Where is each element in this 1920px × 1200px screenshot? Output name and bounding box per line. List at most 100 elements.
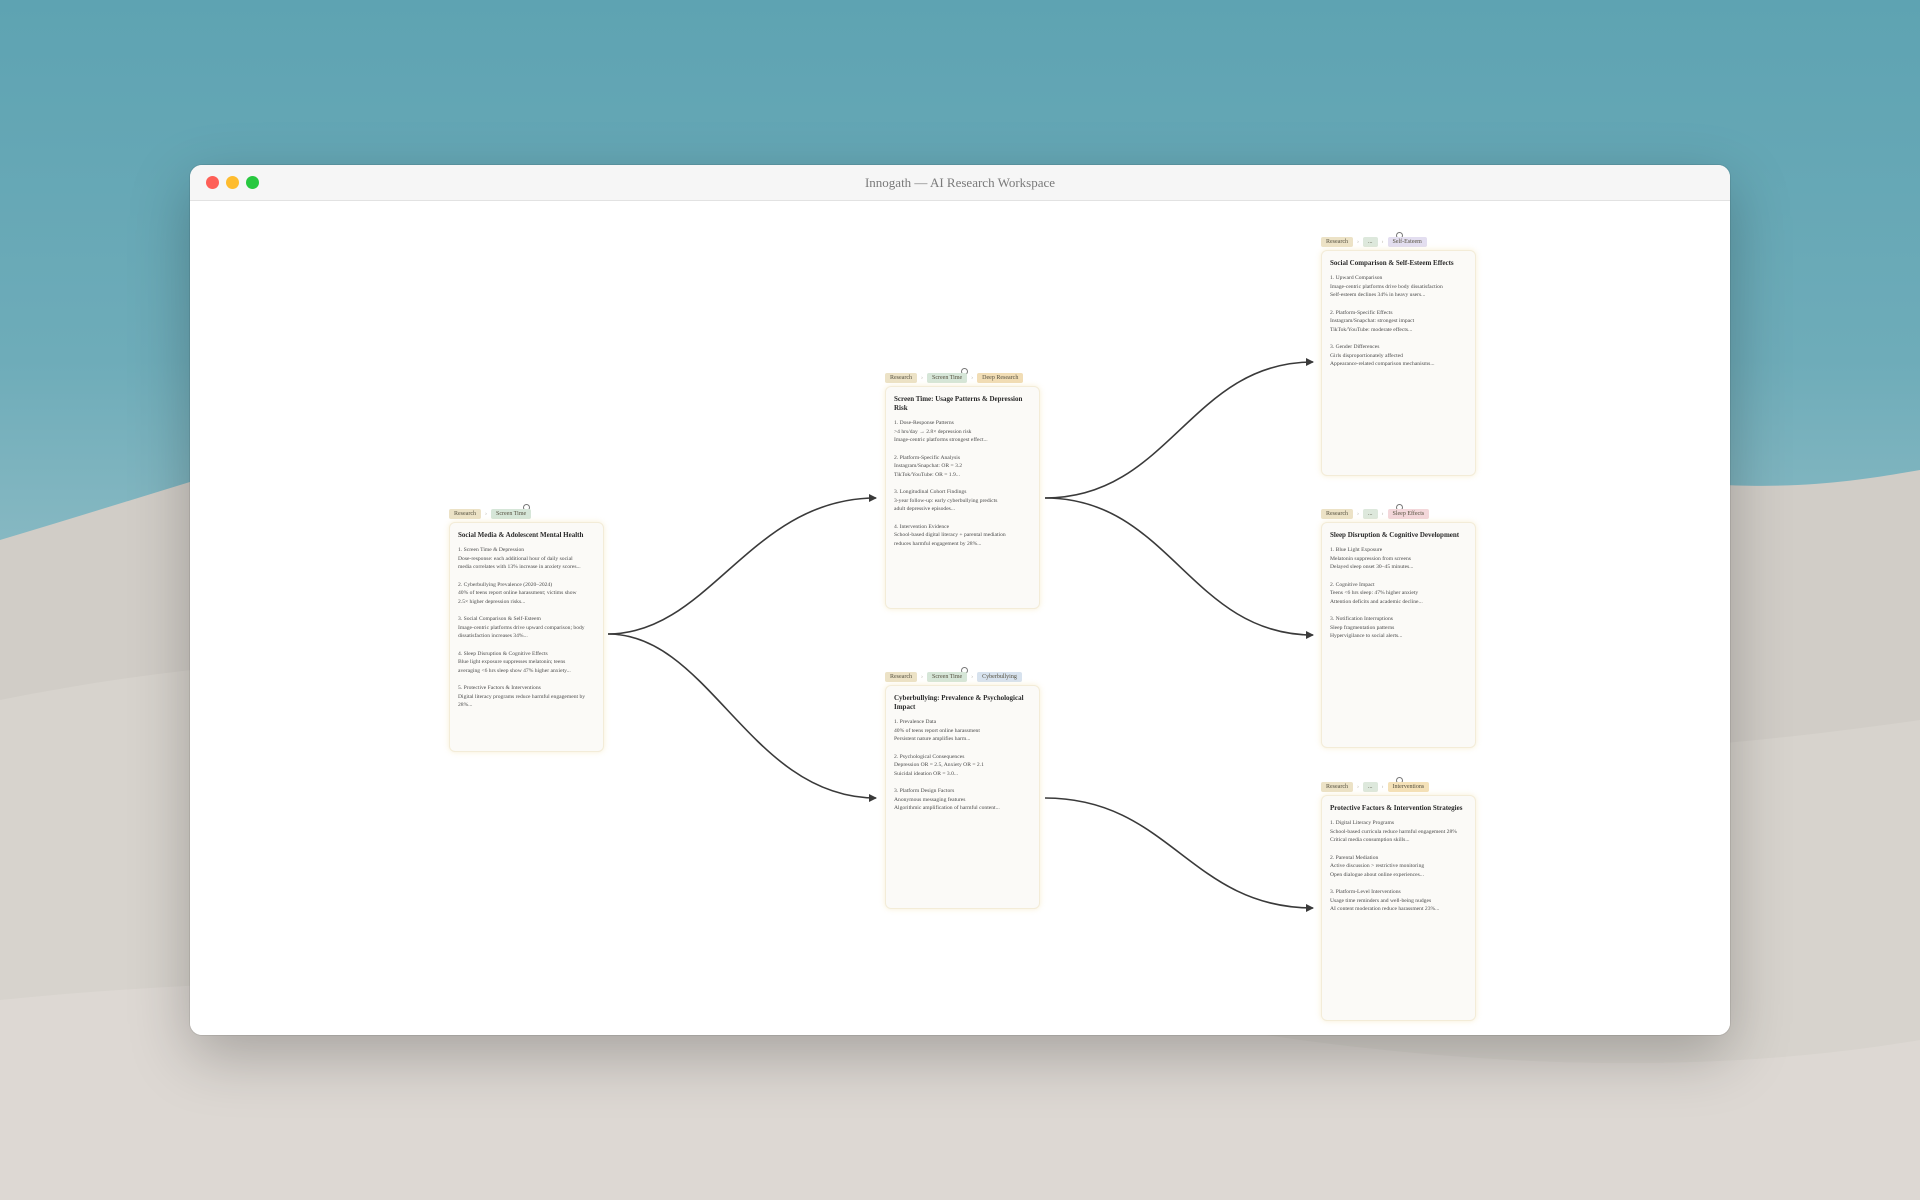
- section-1: 1. Blue Light Exposure Melatonin suppress…: [1330, 546, 1467, 572]
- maximize-window-button[interactable]: [246, 176, 259, 189]
- tag-sleep-effects: Sleep Effects: [1387, 509, 1430, 519]
- section-3: 3. Social Comparison & Self-Esteem Image-…: [458, 615, 595, 641]
- section-line: Algorithmic amplification of harmful con…: [894, 805, 1000, 811]
- section-heading: 2. Psychological Consequences: [894, 753, 965, 760]
- section-line: Self-esteem declines 34% in heavy users.…: [1330, 292, 1426, 298]
- section-line: adult depressive episodes...: [894, 506, 956, 512]
- section-line: Suicidal ideation OR = 3.0...: [894, 770, 959, 777]
- tag-row: Research › ... › Self-Esteem: [1321, 236, 1427, 248]
- node-card: Social Comparison & Self-Esteem Effects …: [1321, 250, 1476, 476]
- section-4: 4. Intervention Evidence School-based dig…: [894, 523, 1031, 549]
- edge-screen-to-self: [1044, 358, 1314, 499]
- section-heading: 1. Prevalence Data: [894, 719, 937, 725]
- section-heading: 2. Platform-Specific Effects: [1330, 309, 1393, 316]
- tag-separator: ›: [1381, 784, 1384, 790]
- section-line: 28%...: [458, 702, 473, 708]
- research-canvas[interactable]: Research › Screen Time Social Media & Ad…: [190, 201, 1730, 1035]
- tag-deep-research: Deep Research: [977, 373, 1024, 383]
- section-line: Critical media consumption skills...: [1330, 837, 1410, 843]
- section-line: Hypervigilance to social alerts...: [1330, 633, 1403, 639]
- tag-separator: ›: [1357, 239, 1359, 245]
- section-1: 1. Screen Time & Depression Dose-response…: [458, 546, 595, 572]
- section-heading: 1. Blue Light Exposure: [1330, 547, 1383, 553]
- tag-separator: ›: [971, 375, 974, 381]
- section-line: School-based digital literacy + parental…: [894, 532, 1006, 538]
- section-heading: 3. Notification Interruptions: [1330, 616, 1393, 622]
- tag-collapsed-path[interactable]: ...: [1363, 509, 1378, 519]
- section-2: 2. Platform-Specific Effects Instagram/Sn…: [1330, 309, 1467, 335]
- section-heading: 3. Platform Design Factors: [894, 788, 955, 794]
- tag-row: Research › ... › Sleep Effects: [1321, 508, 1430, 520]
- tag-collapsed-path[interactable]: ...: [1363, 237, 1378, 247]
- section-3: 3. Gender Differences Girls disproportion…: [1330, 343, 1467, 369]
- section-line: Teens <6 hrs sleep: 47% higher anxiety: [1330, 590, 1419, 596]
- section-heading: 4. Sleep Disruption & Cognitive Effects: [458, 650, 548, 657]
- section-line: Usage time reminders and well-being nudg…: [1330, 897, 1432, 904]
- section-line: Attention deficits and academic decline.…: [1330, 598, 1423, 605]
- tag-self-esteem: Self-Esteem: [1387, 237, 1427, 247]
- node-title: Social Comparison & Self-Esteem Effects: [1330, 259, 1454, 267]
- section-heading: 3. Platform-Level Interventions: [1330, 889, 1401, 895]
- tag-cyberbullying: Cyberbullying: [977, 672, 1022, 682]
- section-line: Girls disproportionately affected: [1330, 352, 1403, 359]
- close-window-button[interactable]: [206, 176, 219, 189]
- section-line: Image-centric platforms strongest effect…: [894, 437, 988, 443]
- tag-separator: ›: [1357, 784, 1359, 790]
- tag-research: Research: [449, 509, 481, 519]
- section-line: Persistent nature amplifies harm...: [894, 736, 971, 742]
- section-heading: 3. Longitudinal Cohort Findings: [894, 489, 967, 495]
- section-line: 3-year follow-up: early cyberbullying pr…: [894, 497, 998, 504]
- section-1: 1. Digital Literacy Programs School-based…: [1330, 819, 1467, 845]
- section-heading: 1. Upward Comparison: [1330, 275, 1383, 281]
- tag-interventions: Interventions: [1387, 782, 1430, 792]
- section-heading: 2. Platform-Specific Analysis: [894, 454, 961, 461]
- section-heading: 3. Social Comparison & Self-Esteem: [458, 616, 541, 622]
- node-card: Screen Time: Usage Patterns & Depression…: [885, 386, 1040, 609]
- tag-screen-time: Screen Time: [491, 509, 532, 519]
- tag-row: Research › Screen Time › Deep Research: [885, 372, 1024, 384]
- tag-separator: ›: [485, 511, 487, 517]
- section-heading: 1. Screen Time & Depression: [458, 547, 525, 553]
- section-4: 4. Sleep Disruption & Cognitive Effects B…: [458, 650, 595, 676]
- section-line: Active discussion > restrictive monitori…: [1330, 863, 1425, 869]
- window-title: Innogath — AI Research Workspace: [864, 175, 1056, 190]
- edge-cyber-to-protect: [1044, 797, 1314, 912]
- section-line: dissatisfaction increases 34%...: [458, 633, 528, 639]
- section-line: Blue light exposure suppresses melatonin…: [458, 659, 566, 665]
- tag-research: Research: [885, 373, 917, 383]
- section-heading: 3. Gender Differences: [1330, 344, 1380, 350]
- node-title: Protective Factors & Intervention Strate…: [1330, 804, 1463, 812]
- section-line: media correlates with 13% increase in an…: [458, 564, 581, 570]
- section-heading: 2. Parental Mediation: [1330, 854, 1379, 861]
- tag-research: Research: [885, 672, 917, 682]
- section-line: 2.5× higher depression risks...: [458, 598, 526, 605]
- section-line: Depression OR = 2.5, Anxiety OR = 2.1: [894, 762, 984, 768]
- tag-screen-time: Screen Time: [927, 672, 968, 682]
- tag-screen-time: Screen Time: [927, 373, 968, 383]
- section-line: Instagram/Snapchat: strongest impact: [1330, 318, 1415, 324]
- edge-root-to-screen: [607, 494, 877, 635]
- tag-separator: ›: [1381, 239, 1384, 245]
- tag-research: Research: [1321, 782, 1353, 792]
- section-heading: 2. Cognitive Impact: [1330, 581, 1375, 588]
- node-card: Cyberbullying: Prevalence & Psychologica…: [885, 685, 1040, 909]
- minimize-window-button[interactable]: [226, 176, 239, 189]
- tag-separator: ›: [1357, 511, 1359, 517]
- section-line: Digital literacy programs reduce harmful…: [458, 693, 586, 700]
- node-card: Protective Factors & Intervention Strate…: [1321, 795, 1476, 1021]
- section-line: averaging <6 hrs sleep show 47% higher a…: [458, 667, 571, 674]
- section-2: 2. Platform-Specific Analysis Instagram/S…: [894, 454, 1031, 480]
- section-heading: 1. Dose-Response Patterns: [894, 420, 954, 426]
- section-line: Sleep fragmentation patterns: [1330, 624, 1395, 631]
- tag-collapsed-path[interactable]: ...: [1363, 782, 1378, 792]
- tag-research: Research: [1321, 509, 1353, 519]
- section-line: Dose-response: each additional hour of d…: [458, 555, 573, 562]
- section-2: 2. Cyberbullying Prevalence (2020–2024) 4…: [458, 581, 595, 607]
- section-line: >4 hrs/day → 2.8× depression risk: [894, 428, 972, 435]
- section-5: 5. Protective Factors & Interventions Dig…: [458, 684, 595, 710]
- section-2: 2. Parental Mediation Active discussion >…: [1330, 854, 1467, 880]
- tag-separator: ›: [971, 674, 974, 680]
- section-line: Image-centric platforms drive body dissa…: [1330, 283, 1443, 290]
- node-title: Screen Time: Usage Patterns & Depression…: [894, 395, 1023, 412]
- node-card: Sleep Disruption & Cognitive Development…: [1321, 522, 1476, 748]
